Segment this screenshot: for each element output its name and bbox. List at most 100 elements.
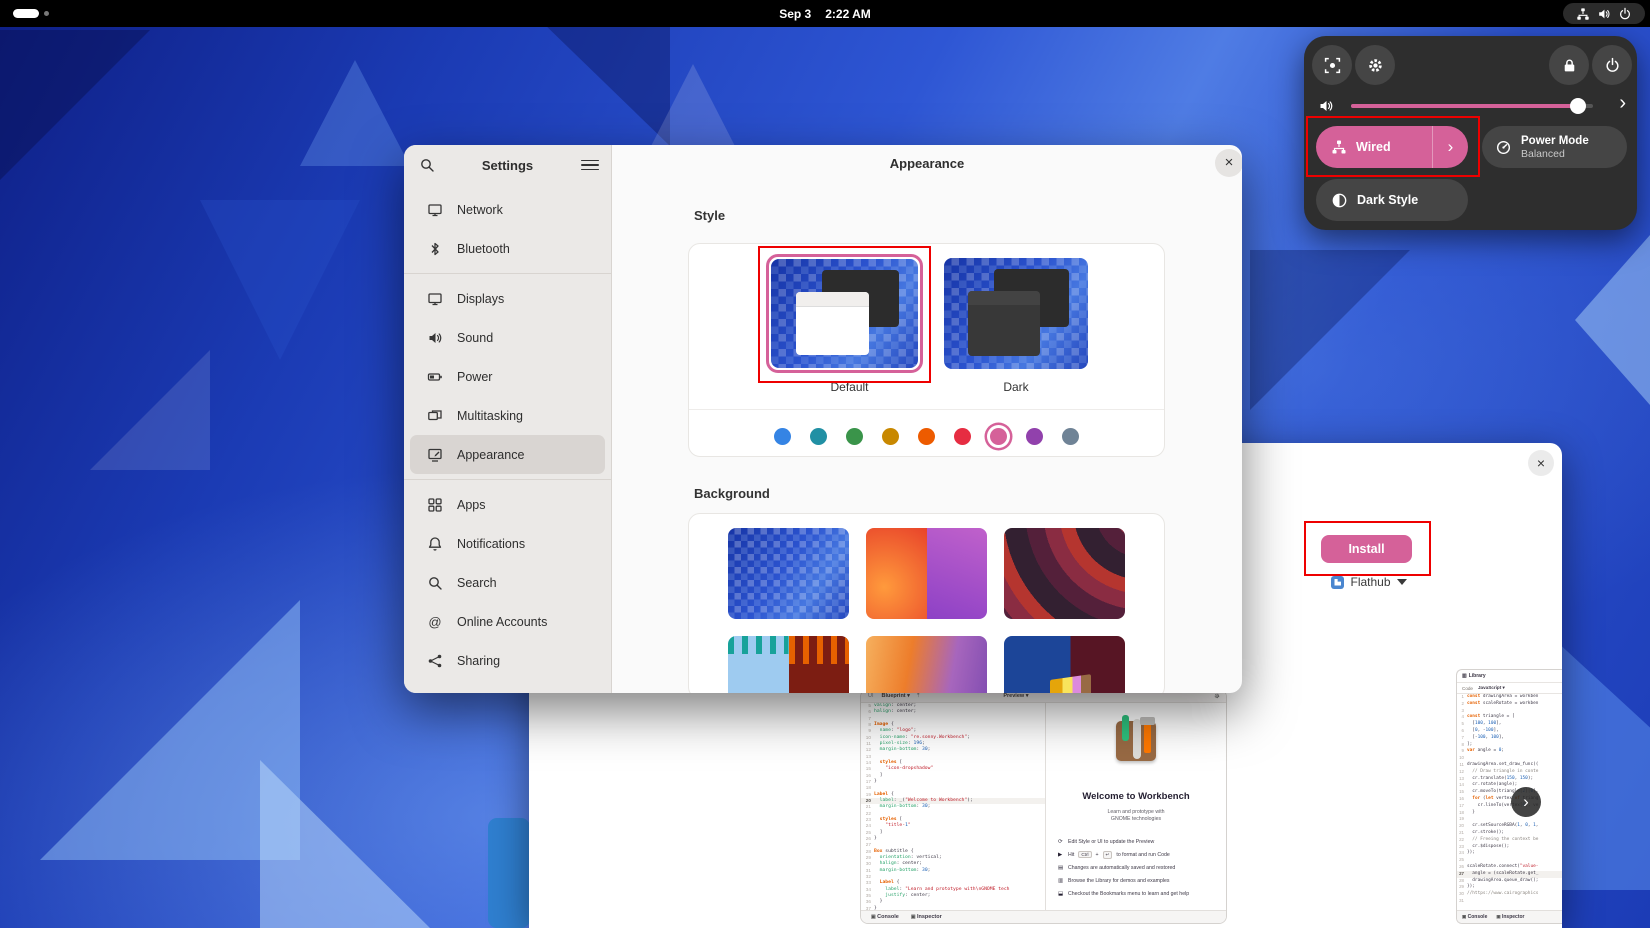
style-section-label: Style xyxy=(694,208,725,223)
accent-color-slate[interactable] xyxy=(1062,428,1079,445)
wallpaper-thumbnail-amber-violet[interactable] xyxy=(866,636,987,693)
add-picture-button[interactable]: +Add Picture… xyxy=(612,482,1242,498)
sidebar-item-multitasking[interactable]: Multitasking xyxy=(410,396,605,435)
appearance-icon xyxy=(427,447,443,463)
settings-button[interactable] xyxy=(1355,45,1395,85)
screenshot-body: 5valign: center;6halign: center;78Image … xyxy=(861,703,1226,910)
library-titlebar: ▥ Library xyxy=(1457,670,1562,683)
sidebar-item-notifications[interactable]: Notifications xyxy=(410,524,605,563)
workbench-app-icon xyxy=(1109,713,1163,767)
accent-color-pink[interactable] xyxy=(990,428,1007,445)
sidebar-item-power[interactable]: Power xyxy=(410,357,605,396)
flathub-icon xyxy=(1331,576,1344,589)
accent-color-orange[interactable] xyxy=(918,428,935,445)
hamburger-menu-icon[interactable] xyxy=(581,156,599,174)
volume-slider[interactable] xyxy=(1351,104,1593,108)
accent-color-blue[interactable] xyxy=(774,428,791,445)
code-line: 31 xyxy=(1457,898,1562,905)
volume-row: › xyxy=(1304,94,1637,118)
sidebar-item-apps[interactable]: Apps xyxy=(410,485,605,524)
wallpaper-thumbnail-books-split[interactable] xyxy=(1004,636,1125,693)
bookmark-icon: ⬓ xyxy=(1058,891,1064,897)
sidebar-item-search[interactable]: Search xyxy=(410,563,605,602)
style-label-dark: Dark xyxy=(944,380,1088,394)
code-line: 18 } xyxy=(1457,810,1562,817)
wallpaper-thumbnail-paint-drips[interactable] xyxy=(728,636,849,693)
sharing-icon xyxy=(427,653,443,669)
wired-toggle[interactable]: Wired › xyxy=(1316,126,1468,168)
system-status-area[interactable] xyxy=(1563,3,1645,24)
carousel-next-button[interactable]: › xyxy=(1511,787,1541,817)
style-card: Default Dark xyxy=(688,243,1165,457)
library-footer: Console Inspector xyxy=(1457,910,1562,923)
preview-heading: Welcome to Workbench xyxy=(1046,791,1226,802)
code-line: 1const drawingArea = workben xyxy=(1457,694,1562,701)
app-screenshot-main[interactable]: UI Blueprint ▾ ⤒ Preview ▾ 5valign: cent… xyxy=(860,689,1227,924)
preview-selector: Preview ▾ xyxy=(1003,693,1028,699)
sidebar-item-appearance[interactable]: Appearance xyxy=(410,435,605,474)
sidebar-item-online-accounts[interactable]: @ Online Accounts xyxy=(410,602,605,641)
close-icon[interactable]: × xyxy=(1528,450,1554,476)
preview-bullet-list: ⟳Edit Style or UI to update the Preview▶… xyxy=(1058,835,1220,900)
wallpaper-thumbnail-dark-waves[interactable] xyxy=(1004,528,1125,619)
power-mode-subtitle: Balanced xyxy=(1521,148,1589,160)
network-icon xyxy=(427,202,443,218)
sidebar-item-bluetooth[interactable]: Bluetooth xyxy=(410,229,605,268)
wired-label: Wired xyxy=(1356,140,1391,154)
power-mode-icon xyxy=(1495,139,1512,156)
lock-button[interactable] xyxy=(1549,45,1589,85)
sidebar-item-sound[interactable]: Sound xyxy=(410,318,605,357)
wallpaper-thumbnail-orange-purple-split[interactable] xyxy=(866,528,987,619)
wired-expand-arrow[interactable]: › xyxy=(1432,126,1468,168)
style-option-default[interactable] xyxy=(766,254,923,373)
clock-date: Sep 3 xyxy=(779,7,811,21)
dark-style-toggle[interactable]: Dark Style xyxy=(1316,179,1468,221)
power-button[interactable] xyxy=(1592,45,1632,85)
code-line: 7 [-100, 100], xyxy=(1457,735,1562,742)
code-line: 10 xyxy=(1457,755,1562,762)
accent-color-green[interactable] xyxy=(846,428,863,445)
bluetooth-icon xyxy=(427,241,443,257)
accent-color-purple[interactable] xyxy=(1026,428,1043,445)
caret-down-icon xyxy=(1397,579,1407,585)
accent-color-red[interactable] xyxy=(954,428,971,445)
sidebar-item-sharing[interactable]: Sharing xyxy=(410,641,605,680)
page-title: Appearance xyxy=(612,156,1242,171)
screenshot-button[interactable] xyxy=(1312,45,1352,85)
accent-color-yellow[interactable] xyxy=(882,428,899,445)
app-screenshot-library[interactable]: ▥ Library Code JavaScript ▾ 1const drawi… xyxy=(1456,669,1562,924)
play-icon: ▶ xyxy=(1058,852,1064,858)
dark-style-icon xyxy=(1331,192,1348,209)
preview-bullet: ⬓Checkout the Bookmarks menu to learn an… xyxy=(1058,887,1220,900)
search-icon xyxy=(427,575,443,591)
chevron-right-icon[interactable]: › xyxy=(1619,91,1626,115)
code-line: 16 for (let vertex of triang xyxy=(1457,796,1562,803)
source-selector[interactable]: Flathub xyxy=(1289,573,1449,591)
sidebar-item-network[interactable]: Network xyxy=(410,190,605,229)
close-icon[interactable]: × xyxy=(1215,149,1242,177)
install-button[interactable]: Install xyxy=(1321,535,1412,563)
preview-bullet: ▶HitCtrl+↵to format and run Code xyxy=(1058,848,1220,861)
power-mode-tile[interactable]: Power Mode Balanced xyxy=(1482,126,1627,168)
code-line: 22 // Freeing the context be xyxy=(1457,837,1562,844)
accent-color-row xyxy=(689,416,1164,456)
sidebar-item-label: Search xyxy=(457,576,497,590)
sidebar-item-label: Sharing xyxy=(457,654,500,668)
keycap: ↵ xyxy=(1103,851,1113,859)
style-option-dark[interactable] xyxy=(944,258,1088,369)
accent-color-teal[interactable] xyxy=(810,428,827,445)
sidebar-item-label: Multitasking xyxy=(457,409,523,423)
code-line: 11drawingArea.set_draw_func(( xyxy=(1457,762,1562,769)
save-icon: ▤ xyxy=(1058,865,1064,871)
clock-button[interactable]: Sep 3 2:22 AM xyxy=(0,0,1650,27)
sidebar-header: Settings xyxy=(404,145,611,185)
sidebar-list: Network Bluetooth Displays Sound Power xyxy=(404,190,611,680)
wallpaper-thumbnail-gnome-triangles[interactable] xyxy=(728,528,849,619)
dark-style-label: Dark Style xyxy=(1357,193,1418,207)
top-bar: Sep 3 2:22 AM xyxy=(0,0,1650,27)
multitasking-icon xyxy=(427,408,443,424)
desktop: × Install Flathub UI Blueprint ▾ ⤒ Previ… xyxy=(0,0,1650,928)
sidebar-item-displays[interactable]: Displays xyxy=(410,279,605,318)
code-line: 5 [100, 100], xyxy=(1457,721,1562,728)
sidebar-item-label: Appearance xyxy=(457,448,524,462)
